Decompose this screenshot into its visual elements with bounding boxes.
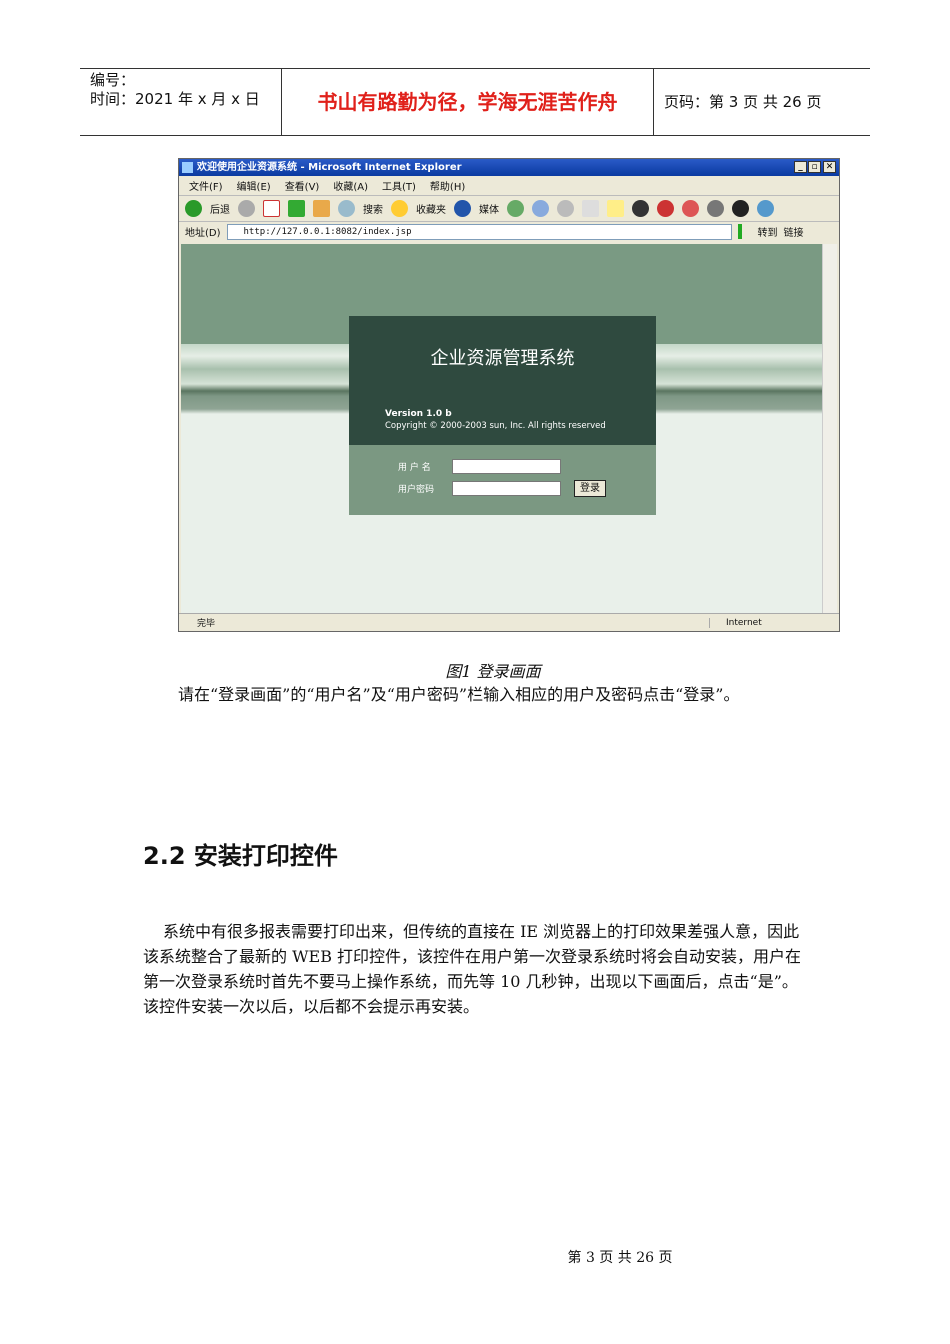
address-bar: 地址(D) http://127.0.0.1:8082/index.jsp 转到… [179,222,839,241]
forward-icon[interactable] [238,200,255,217]
menu-help[interactable]: 帮助(H) [430,178,465,193]
scanner-icon[interactable] [707,200,724,217]
history-icon[interactable] [507,200,524,217]
edit-icon[interactable] [582,200,599,217]
zone-text: Internet [709,617,839,628]
motto: 书山有路勤为径，学海无涯苦作舟 [281,69,654,135]
page-header: 编号： 时间：2021 年 x 月 x 日 书山有路勤为径，学海无涯苦作舟 页码：… [80,68,870,136]
vertical-scrollbar[interactable] [822,244,837,614]
links-button[interactable]: 链接 [784,224,804,239]
menu-view[interactable]: 查看(V) [285,178,320,193]
password-input[interactable] [452,481,561,496]
home-icon[interactable] [313,200,330,217]
favorites-icon[interactable] [391,200,408,217]
username-input[interactable] [452,459,561,474]
tool-icon[interactable] [632,200,649,217]
figure-caption: 图1 登录画面 [445,662,541,681]
favorites-button[interactable]: 收藏夹 [416,201,446,216]
qq-icon[interactable] [732,200,749,217]
minimize-button[interactable]: _ [794,161,807,173]
close-button[interactable]: ✕ [823,161,836,173]
messenger-icon[interactable] [682,200,699,217]
status-text: 完毕 [197,619,216,629]
media-icon[interactable] [454,200,471,217]
maximize-button[interactable]: ▫ [808,161,821,173]
window-title: 欢迎使用企业资源系统 - Microsoft Internet Explorer [197,162,462,173]
msn-icon[interactable] [757,200,774,217]
search-icon[interactable] [338,200,355,217]
menu-file[interactable]: 文件(F) [189,178,223,193]
back-icon[interactable] [185,200,202,217]
mail-icon[interactable] [532,200,549,217]
page-content: 企业资源管理系统 Version 1.0 b Copyright © 2000-… [181,244,823,614]
menu-favorites[interactable]: 收藏(A) [333,178,368,193]
login-button[interactable]: 登录 [574,480,606,497]
doc-number-label: 编号： [90,71,136,89]
url-input[interactable]: http://127.0.0.1:8082/index.jsp [226,223,732,240]
status-bar: 完毕 Internet [179,613,839,631]
back-button[interactable]: 后退 [210,201,230,216]
body-paragraph: 系统中有很多报表需要打印出来，但传统的直接在 IE 浏览器上的打印效果差强人意，… [143,922,802,1016]
toolbar: 后退 搜索 收藏夹 媒体 [179,196,839,222]
version: Version 1.0 b [385,409,452,419]
menu-tools[interactable]: 工具(T) [382,178,416,193]
go-button[interactable]: 转到 [737,224,778,239]
ie-icon [182,162,193,173]
media-button[interactable]: 媒体 [479,201,499,216]
page-indicator: 页码：第 3 页 共 26 页 [664,93,822,111]
address-label: 地址(D) [185,228,221,239]
section-heading: 2.2 安装打印控件 [143,842,338,870]
stop-icon[interactable] [263,200,280,217]
oyo-icon[interactable] [657,200,674,217]
menu-bar: 文件(F) 编辑(E) 查看(V) 收藏(A) 工具(T) 帮助(H) [179,176,839,196]
print-icon[interactable] [557,200,574,217]
search-button[interactable]: 搜索 [363,201,383,216]
username-label: 用 户 名 [398,463,431,473]
app-title: 企业资源管理系统 [430,348,575,369]
menu-edit[interactable]: 编辑(E) [237,178,271,193]
password-label: 用户密码 [398,485,435,495]
instruction-paragraph: 请在“登录画面”的“用户名”及“用户密码”栏输入相应的用户及密码点击“登录”。 [178,685,740,704]
login-panel: 企业资源管理系统 Version 1.0 b Copyright © 2000-… [349,316,656,515]
title-bar: 欢迎使用企业资源系统 - Microsoft Internet Explorer… [179,159,839,176]
refresh-icon[interactable] [288,200,305,217]
note-icon[interactable] [607,200,624,217]
doc-time: 时间：2021 年 x 月 x 日 [90,90,260,108]
copyright: Copyright © 2000-2003 sun, Inc. All righ… [385,421,606,431]
page-footer: 第 3 页 共 26 页 [567,1250,673,1266]
browser-window-screenshot: 欢迎使用企业资源系统 - Microsoft Internet Explorer… [178,158,840,632]
